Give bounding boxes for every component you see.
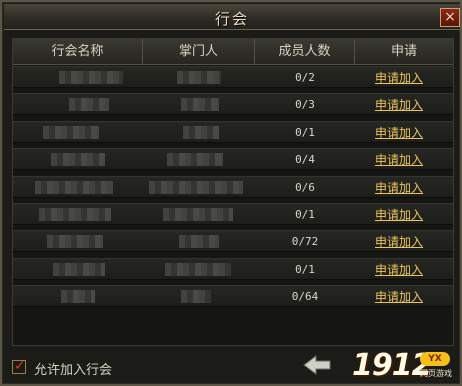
member-count: 0/6	[295, 180, 315, 194]
leader-name-redacted	[163, 208, 233, 221]
member-count: 0/1	[295, 262, 315, 276]
guild-name-redacted	[47, 235, 103, 249]
guild-name-redacted	[61, 290, 95, 304]
apply-join-link[interactable]: 申请加入	[375, 234, 423, 250]
apply-join-link[interactable]: 申请加入	[375, 180, 423, 196]
member-count: 0/1	[295, 208, 315, 221]
table-row: 0/6 申请加入	[13, 175, 453, 198]
leader-name-redacted	[181, 290, 211, 304]
guild-name-redacted	[43, 125, 99, 139]
table-row: 0/1 申请加入	[13, 203, 453, 225]
apply-join-link[interactable]: 申请加入	[375, 207, 423, 223]
leader-name-redacted	[149, 180, 243, 194]
checkmark-icon: ✓	[14, 358, 26, 374]
watermark-subtitle: 网页游戏	[420, 369, 452, 378]
apply-join-link[interactable]: 申请加入	[375, 97, 423, 113]
watermark-badge: YX	[420, 352, 450, 366]
column-header-guild-name[interactable]: 行会名称	[13, 39, 143, 65]
apply-join-link[interactable]: 申请加入	[375, 152, 423, 168]
guild-name-redacted	[39, 208, 111, 221]
table-header: 行会名称 掌门人 成员人数 申请	[13, 39, 453, 65]
apply-join-link[interactable]: 申请加入	[375, 125, 423, 141]
guild-name-redacted	[53, 262, 105, 276]
guild-name-redacted	[35, 180, 113, 194]
table-row: 0/3 申请加入	[13, 93, 453, 116]
watermark-logo: 1912 YX 网页游戏	[338, 346, 458, 386]
guild-table: 行会名称 掌门人 成员人数 申请 0/2 申请加入 0/3 申请加入 0/1 申请加入 0/…	[12, 38, 454, 346]
allow-join-label: 允许加入行会	[34, 363, 113, 378]
left-arrow-icon[interactable]	[302, 354, 332, 376]
guild-name-redacted	[69, 98, 109, 112]
table-row: 0/72 申请加入	[13, 230, 453, 253]
window-title: 行会	[214, 10, 249, 28]
guild-window: 行会 × 行会名称 掌门人 成员人数 申请 0/2 申请加入 0/3 申请加入 0/1 申…	[0, 0, 462, 386]
leader-name-redacted	[167, 153, 223, 167]
member-count: 0/2	[295, 71, 315, 84]
column-header-leader[interactable]: 掌门人	[143, 39, 255, 65]
close-icon[interactable]: ×	[440, 8, 460, 27]
member-count: 0/1	[295, 125, 315, 139]
leader-name-redacted	[177, 71, 221, 84]
column-header-apply: 申请	[390, 44, 417, 59]
table-row: 0/4 申请加入	[13, 148, 453, 171]
table-row: 0/64 申请加入	[13, 285, 453, 308]
guild-name-redacted	[51, 153, 105, 167]
apply-join-link[interactable]: 申请加入	[375, 70, 423, 86]
apply-join-link[interactable]: 申请加入	[375, 262, 423, 278]
table-row: 0/1 申请加入	[13, 257, 453, 280]
apply-join-link[interactable]: 申请加入	[375, 289, 423, 305]
member-count: 0/64	[291, 290, 319, 304]
member-count: 0/3	[295, 98, 315, 112]
member-count: 0/72	[291, 235, 319, 249]
member-count: 0/4	[295, 153, 315, 167]
table-row: 0/2 申请加入	[13, 66, 453, 88]
title-bar: 行会 ×	[4, 4, 460, 30]
leader-name-redacted	[181, 98, 219, 112]
leader-name-redacted	[183, 125, 219, 139]
guild-name-redacted	[59, 71, 123, 84]
column-header-members[interactable]: 成员人数	[255, 39, 355, 65]
leader-name-redacted	[165, 262, 231, 276]
leader-name-redacted	[179, 235, 219, 249]
allow-join-checkbox[interactable]: ✓	[12, 358, 26, 374]
table-row: 0/1 申请加入	[13, 120, 453, 143]
